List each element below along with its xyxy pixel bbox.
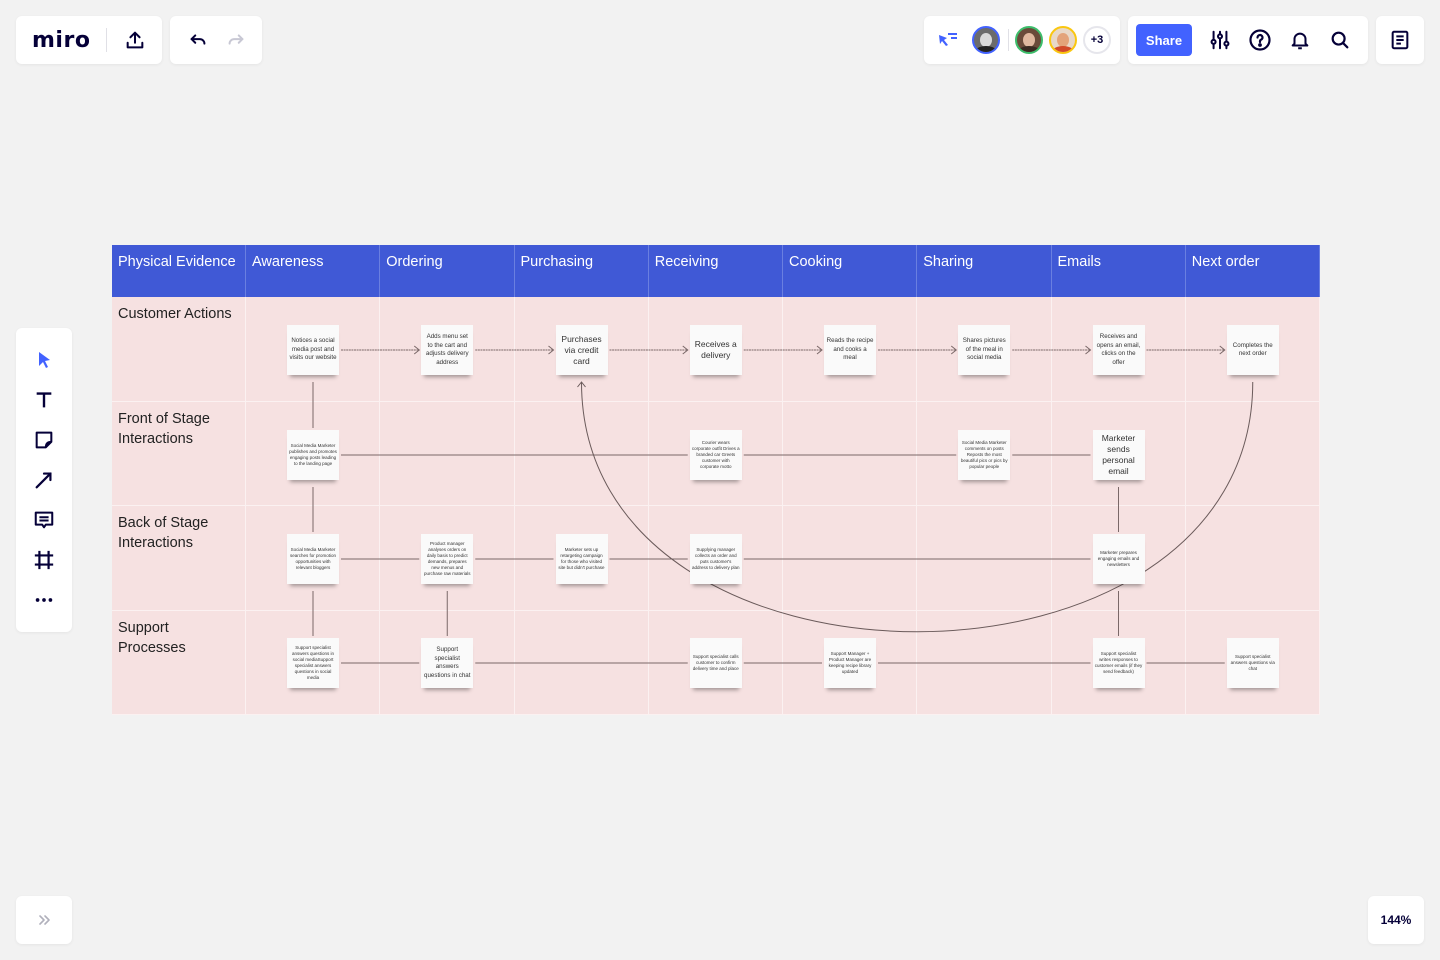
logo-panel: miro	[16, 16, 162, 64]
double-chevron-right-icon[interactable]	[28, 904, 60, 936]
more-collaborators-badge[interactable]: +3	[1083, 26, 1111, 54]
redo-icon[interactable]	[220, 24, 252, 56]
grid-cell[interactable]	[1185, 401, 1320, 506]
search-icon[interactable]	[1324, 24, 1356, 56]
row-label: Front of Stage Interactions	[112, 401, 246, 506]
row-label: Back of Stage Interactions	[112, 506, 246, 611]
sticky-note[interactable]: Social Media Marketer comments on posts …	[958, 430, 1011, 480]
column-header: Next order	[1185, 245, 1320, 297]
header-corner: Physical Evidence	[112, 245, 246, 297]
text-icon[interactable]	[28, 384, 60, 416]
grid-cell[interactable]	[1185, 506, 1320, 611]
column-header: Purchasing	[514, 245, 649, 297]
tools-toolbar	[16, 328, 72, 632]
sticky-note-icon[interactable]	[28, 424, 60, 456]
grid-cell[interactable]	[514, 401, 649, 506]
sliders-icon[interactable]	[1204, 24, 1236, 56]
column-header: Ordering	[380, 245, 515, 297]
sticky-note[interactable]: Marketer sends personal email	[1092, 430, 1145, 480]
comment-icon[interactable]	[28, 504, 60, 536]
cursor-follow-icon[interactable]	[932, 24, 964, 56]
collaborators-panel: +3	[924, 16, 1120, 64]
sticky-note[interactable]: Receives a delivery	[689, 325, 742, 375]
cursor-icon[interactable]	[28, 344, 60, 376]
sticky-note[interactable]: Courier wears corporate outfit Drives a …	[689, 430, 742, 480]
sticky-note[interactable]: Support specialist writes responses to c…	[1092, 638, 1145, 688]
sticky-note[interactable]: Completes the next order	[1226, 325, 1279, 375]
sticky-note[interactable]: Social Media Marketer publishes and prom…	[287, 430, 339, 480]
notes-panel	[1376, 16, 1424, 64]
grid-cell[interactable]	[783, 401, 918, 506]
sticky-note[interactable]: Support specialist answers questions in …	[421, 638, 474, 688]
column-header: Receiving	[648, 245, 783, 297]
undo-icon[interactable]	[182, 24, 214, 56]
bell-icon[interactable]	[1284, 24, 1316, 56]
history-panel	[170, 16, 262, 64]
sticky-note[interactable]: Product manager analyses orders on daily…	[421, 534, 474, 584]
miro-logo[interactable]: miro	[32, 28, 90, 53]
grid-cell[interactable]	[783, 506, 918, 611]
row-label: Customer Actions	[112, 297, 246, 402]
avatar[interactable]	[1049, 26, 1077, 54]
sticky-note[interactable]: Notices a social media post and visits o…	[287, 325, 339, 375]
arrow-icon[interactable]	[28, 464, 60, 496]
divider	[1008, 29, 1009, 51]
sticky-note[interactable]: Marketer prepares engaging emails and ne…	[1092, 534, 1145, 584]
sticky-note[interactable]: Reads the recipe and cooks a meal	[824, 325, 876, 375]
sticky-note[interactable]: Receives and opens an email, clicks on t…	[1092, 325, 1145, 375]
notes-icon[interactable]	[1384, 24, 1416, 56]
sticky-note[interactable]: Marketer sets up retargeting campaign fo…	[555, 534, 608, 584]
column-header: Sharing	[917, 245, 1052, 297]
sticky-note[interactable]: Supplying manager collects an order and …	[689, 534, 742, 584]
column-header: Emails	[1051, 245, 1186, 297]
sticky-note[interactable]: Support specialist answers questions via…	[1226, 638, 1279, 688]
column-header: Cooking	[783, 245, 918, 297]
row-label: Support Processes	[112, 610, 246, 715]
zoom-level[interactable]: 144%	[1368, 896, 1424, 944]
sticky-note[interactable]: Shares pictures of the meal in social me…	[958, 325, 1011, 375]
avatar[interactable]	[1015, 26, 1043, 54]
divider	[106, 28, 108, 52]
sticky-note[interactable]: Social Media Marketer searches for promo…	[287, 534, 339, 584]
more-icon[interactable]	[28, 584, 60, 616]
share-button[interactable]: Share	[1136, 24, 1192, 56]
grid-cell[interactable]	[380, 401, 515, 506]
frame-icon[interactable]	[28, 544, 60, 576]
upload-icon[interactable]	[119, 24, 151, 56]
service-blueprint-board[interactable]: Physical Evidence Awareness Ordering Pur…	[112, 245, 1320, 715]
actions-panel: Share	[1128, 16, 1368, 64]
sticky-note[interactable]: Support specialist answers questions in …	[287, 638, 339, 688]
column-header: Awareness	[246, 245, 381, 297]
sticky-note[interactable]: Purchases via credit card	[555, 325, 608, 375]
grid-cell[interactable]	[917, 506, 1052, 611]
avatar[interactable]	[972, 26, 1000, 54]
help-icon[interactable]	[1244, 24, 1276, 56]
expand-panel	[16, 896, 72, 944]
sticky-note[interactable]: Adds menu set to the cart and adjusts de…	[421, 325, 474, 375]
sticky-note[interactable]: Support Manager + Product Manager are ke…	[824, 638, 876, 688]
sticky-note[interactable]: Support specialist calls customer to con…	[689, 638, 742, 688]
grid-cell[interactable]	[514, 610, 649, 715]
grid-cell[interactable]	[917, 610, 1052, 715]
